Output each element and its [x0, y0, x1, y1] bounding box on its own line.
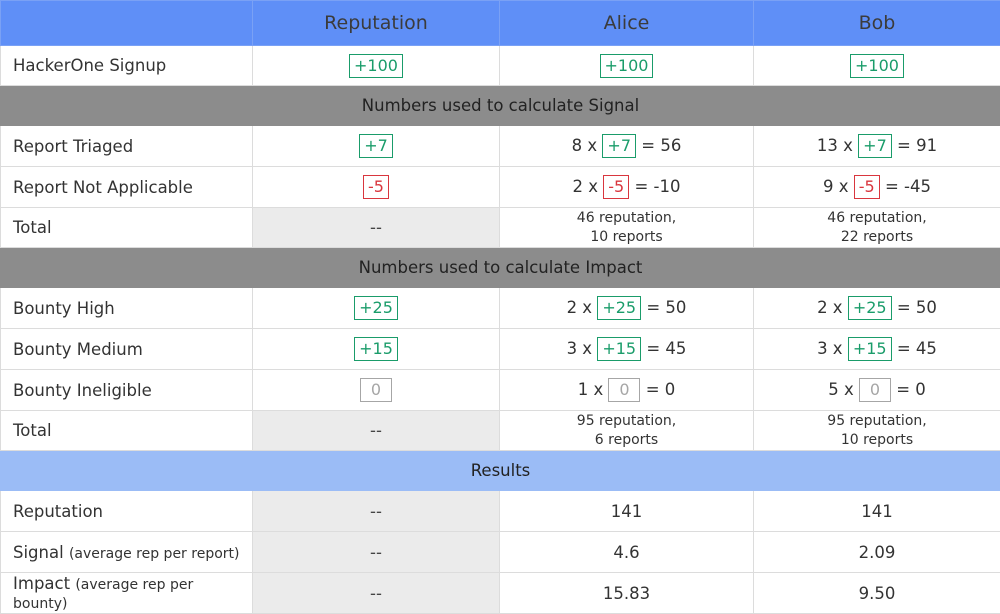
points-badge: -5 [363, 175, 389, 199]
calc-cell: 3 x +15 = 45 [500, 329, 754, 370]
section-title: Results [1, 451, 1000, 491]
points-badge: +7 [602, 134, 636, 158]
calc-cell: 2 x +25 = 50 [754, 288, 1000, 329]
header-alice: Alice [500, 1, 754, 46]
section-title: Numbers used to calculate Signal [1, 86, 1000, 126]
section-header-signal: Numbers used to calculate Signal [1, 86, 1000, 126]
calc-cell: 8 x +7 = 56 [500, 126, 754, 167]
row-label: Report Triaged [1, 126, 253, 167]
calc-cell: 2 x +25 = 50 [500, 288, 754, 329]
row-label: Bounty High [1, 288, 253, 329]
empty-cell: -- [253, 208, 500, 248]
points-badge: -5 [854, 175, 880, 199]
empty-cell: -- [253, 573, 500, 614]
points-badge: +15 [848, 337, 892, 361]
points-badge: +25 [354, 296, 398, 320]
table-row: Impact (average rep per bounty) -- 15.83… [1, 573, 1000, 614]
points-badge: +25 [848, 296, 892, 320]
row-label: Bounty Medium [1, 329, 253, 370]
row-label: Impact (average rep per bounty) [1, 573, 253, 614]
row-label: Signal (average rep per report) [1, 532, 253, 573]
header-reputation: Reputation [253, 1, 500, 46]
table-row: Bounty High +25 2 x +25 = 50 2 x +25 = 5… [1, 288, 1000, 329]
table-header-row: Reputation Alice Bob [1, 1, 1000, 46]
header-bob: Bob [754, 1, 1000, 46]
total-cell: 95 reputation, 10 reports [754, 411, 1000, 451]
table-row: Total -- 95 reputation, 6 reports 95 rep… [1, 411, 1000, 451]
row-label: Bounty Ineligible [1, 370, 253, 411]
points-badge: -5 [603, 175, 629, 199]
empty-cell: -- [253, 532, 500, 573]
empty-cell: -- [253, 411, 500, 451]
reputation-table: Reputation Alice Bob HackerOne Signup +1… [0, 0, 1000, 614]
table-row: Reputation -- 141 141 [1, 491, 1000, 532]
table-row: Signal (average rep per report) -- 4.6 2… [1, 532, 1000, 573]
result-value: 15.83 [500, 573, 754, 614]
points-badge: 0 [608, 378, 640, 402]
points-badge: 0 [360, 378, 392, 402]
points-badge: +100 [850, 54, 904, 78]
calc-cell: 2 x -5 = -10 [500, 167, 754, 208]
points-badge: +100 [349, 54, 403, 78]
total-cell: 46 reputation, 22 reports [754, 208, 1000, 248]
calc-cell: 5 x 0 = 0 [754, 370, 1000, 411]
row-label: Total [1, 411, 253, 451]
total-cell: 46 reputation, 10 reports [500, 208, 754, 248]
table-row: Bounty Medium +15 3 x +15 = 45 3 x +15 =… [1, 329, 1000, 370]
section-header-impact: Numbers used to calculate Impact [1, 248, 1000, 288]
row-label: Reputation [1, 491, 253, 532]
calc-cell: 3 x +15 = 45 [754, 329, 1000, 370]
table-row: Report Not Applicable -5 2 x -5 = -10 9 … [1, 167, 1000, 208]
row-label: Report Not Applicable [1, 167, 253, 208]
row-label: Total [1, 208, 253, 248]
calc-cell: 1 x 0 = 0 [500, 370, 754, 411]
empty-cell: -- [253, 491, 500, 532]
points-badge: +7 [858, 134, 892, 158]
points-badge: +25 [597, 296, 641, 320]
section-title: Numbers used to calculate Impact [1, 248, 1000, 288]
table-row: Report Triaged +7 8 x +7 = 56 13 x +7 = … [1, 126, 1000, 167]
result-value: 141 [754, 491, 1000, 532]
points-badge: +7 [359, 134, 393, 158]
result-value: 2.09 [754, 532, 1000, 573]
table-row: HackerOne Signup +100 +100 +100 [1, 46, 1000, 86]
points-badge: +100 [600, 54, 654, 78]
table-row: Total -- 46 reputation, 10 reports 46 re… [1, 208, 1000, 248]
calc-cell: 13 x +7 = 91 [754, 126, 1000, 167]
table-row: Bounty Ineligible 0 1 x 0 = 0 5 x 0 = 0 [1, 370, 1000, 411]
result-value: 9.50 [754, 573, 1000, 614]
calc-cell: 9 x -5 = -45 [754, 167, 1000, 208]
header-blank-cell [1, 1, 253, 46]
points-badge: 0 [859, 378, 891, 402]
points-badge: +15 [354, 337, 398, 361]
points-badge: +15 [597, 337, 641, 361]
total-cell: 95 reputation, 6 reports [500, 411, 754, 451]
result-value: 141 [500, 491, 754, 532]
row-label: HackerOne Signup [1, 46, 253, 86]
section-header-results: Results [1, 451, 1000, 491]
result-value: 4.6 [500, 532, 754, 573]
